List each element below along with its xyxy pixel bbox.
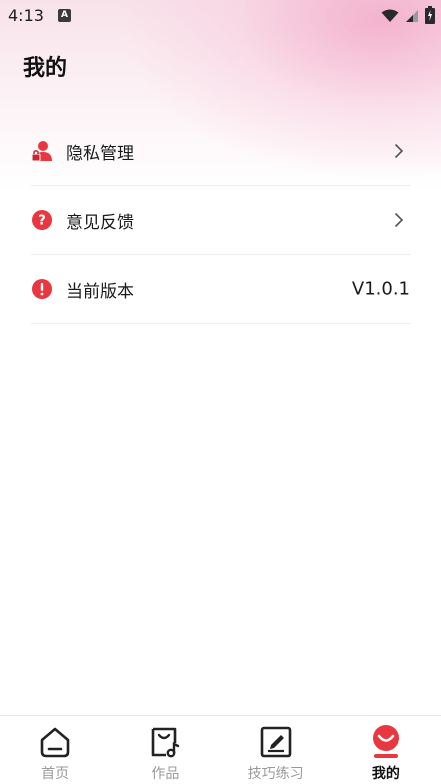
chevron-right-icon <box>394 143 404 159</box>
notification-a-icon: A <box>58 9 71 22</box>
question-icon: ? <box>31 209 53 231</box>
nav-tab-label: 我的 <box>371 766 400 782</box>
settings-menu-list: 隐私管理 ? 意见反馈 当前版本 V1.0.1 <box>31 117 410 324</box>
bottom-navigation-bar: 首页 作品 技巧练习 我的 <box>0 715 441 784</box>
menu-item-label: 意见反馈 <box>66 212 134 233</box>
svg-text:?: ? <box>38 214 46 229</box>
page-title: 我的 <box>23 56 68 81</box>
nav-tab-label: 技巧练习 <box>247 766 304 782</box>
battery-icon <box>425 6 435 28</box>
nav-tab-home[interactable]: 首页 <box>0 716 110 784</box>
nav-tab-mine[interactable]: 我的 <box>331 716 441 784</box>
status-indicators <box>381 6 435 28</box>
profile-smile-icon <box>368 724 404 760</box>
works-bag-icon <box>147 724 183 760</box>
nav-tab-label: 首页 <box>41 766 70 782</box>
wifi-icon <box>381 8 399 27</box>
menu-item-privacy[interactable]: 隐私管理 <box>31 117 410 186</box>
practice-edit-icon <box>258 724 294 760</box>
info-icon <box>31 278 53 300</box>
status-bar: 4:13 A <box>0 0 441 32</box>
signal-icon <box>405 8 419 27</box>
nav-tab-label: 作品 <box>151 766 180 782</box>
menu-item-version: 当前版本 V1.0.1 <box>31 255 410 324</box>
menu-item-label: 隐私管理 <box>66 143 134 164</box>
chevron-right-icon <box>394 212 404 228</box>
menu-item-feedback[interactable]: ? 意见反馈 <box>31 186 410 255</box>
my-page-screen: 4:13 A 我的 隐私管理 ? 意见反馈 当前版本 V1.0.1 首页 作品 … <box>0 0 441 784</box>
version-value: V1.0.1 <box>351 278 410 300</box>
nav-tab-works[interactable]: 作品 <box>110 716 220 784</box>
status-time: 4:13 <box>8 6 44 25</box>
privacy-user-lock-icon <box>31 140 53 162</box>
menu-item-label: 当前版本 <box>66 281 134 302</box>
home-icon <box>37 724 73 760</box>
nav-tab-practice[interactable]: 技巧练习 <box>221 716 331 784</box>
